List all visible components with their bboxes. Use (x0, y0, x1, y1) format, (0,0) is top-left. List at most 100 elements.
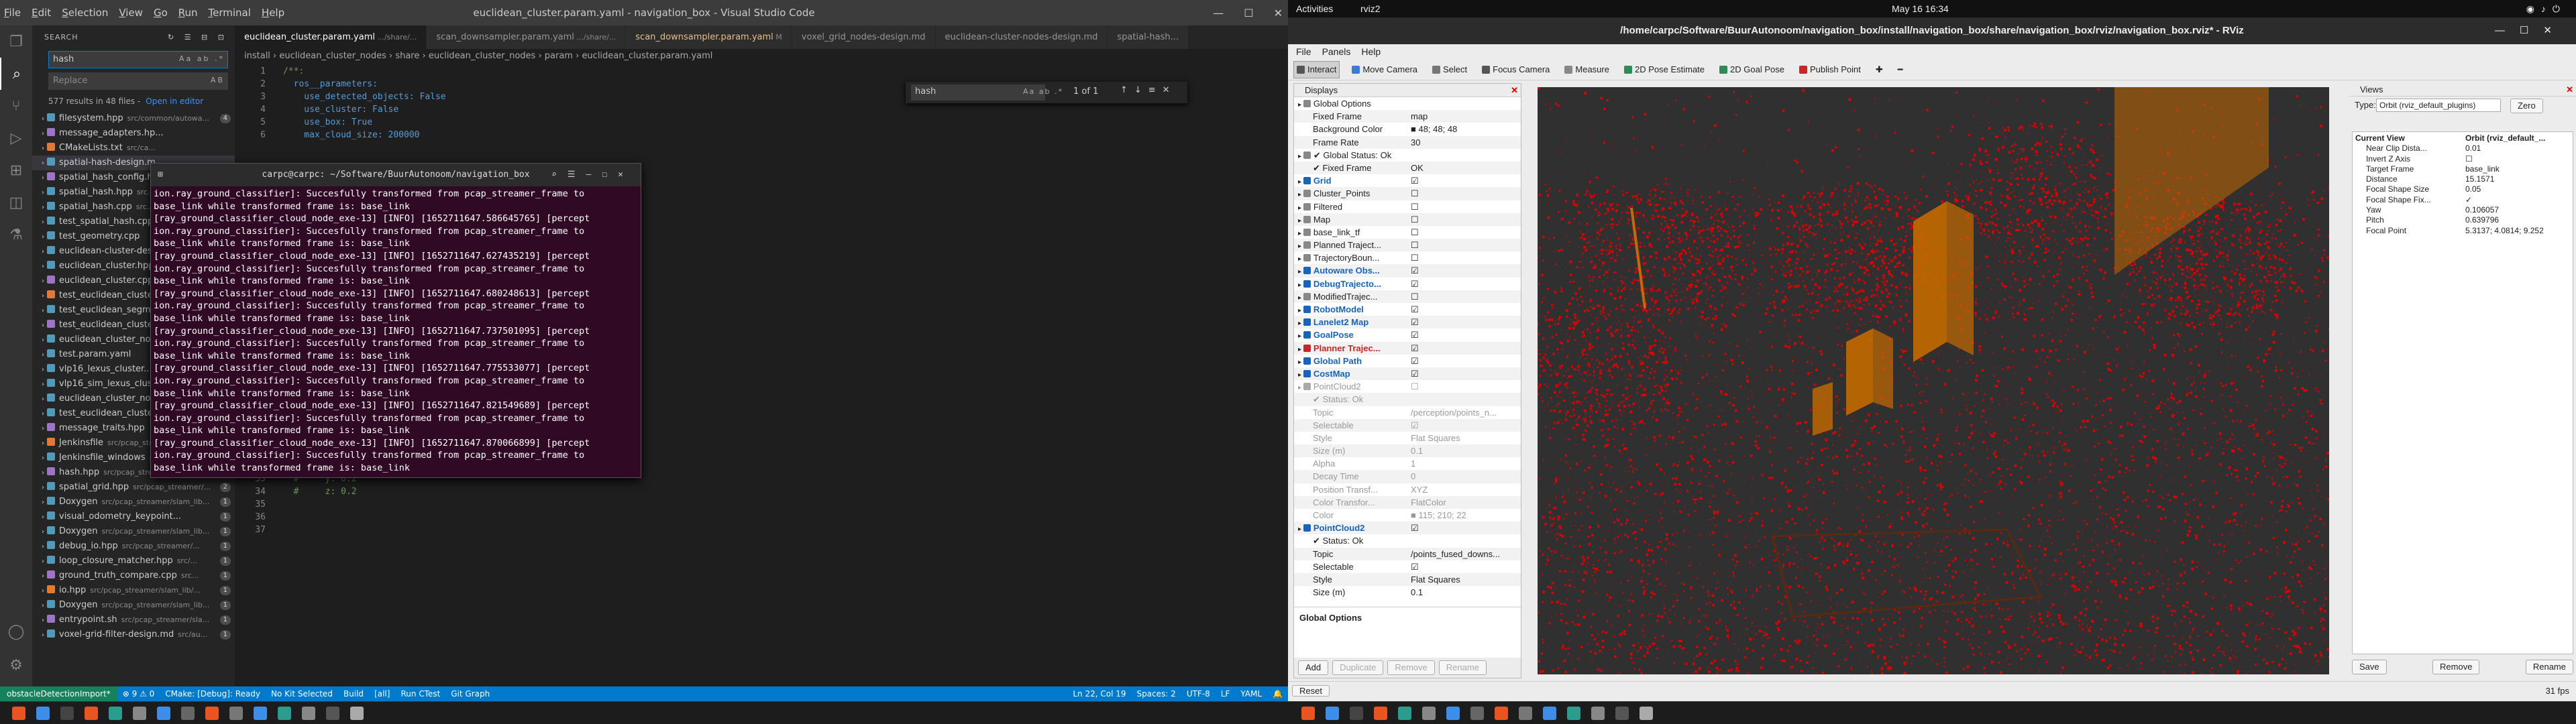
taskbar-app-icon[interactable] (302, 707, 315, 720)
view-property-row[interactable]: Distance 15.1571 (2353, 174, 2573, 184)
taskbar-app-icon[interactable] (278, 707, 291, 720)
display-row[interactable]: ▸ Global Path ☑ (1294, 355, 1521, 367)
chevron-right-icon[interactable]: › (42, 366, 44, 373)
display-value-cell[interactable]: ☑ (1408, 316, 1521, 328)
taskbar-app-icon[interactable] (12, 707, 25, 720)
chevron-right-icon[interactable]: › (42, 174, 44, 182)
chevron-right-icon[interactable]: › (42, 602, 44, 609)
view-property-row[interactable]: Focal Shape Fix... ✓ (2353, 195, 2573, 205)
indentation[interactable]: Spaces: 2 (1132, 686, 1181, 701)
menu-help[interactable]: Help (262, 7, 284, 19)
git-graph-button[interactable]: Git Graph (445, 686, 495, 701)
display-value-cell[interactable]: ☑ (1408, 419, 1521, 432)
run-debug-icon[interactable]: ▷ (0, 122, 32, 154)
tab-5[interactable]: spatial-hash... (1108, 25, 1189, 49)
view-property-row[interactable]: Pitch 0.639796 (2353, 215, 2573, 225)
search-result-file[interactable]: › spatial_grid.hpp src/pcap_streamer/... 2 (32, 480, 235, 495)
search-actions[interactable]: ↻ ☰ ⊟ ⊡ (168, 25, 228, 50)
close-icon[interactable]: ✕ (1274, 7, 1283, 19)
new-tab-icon[interactable]: ⊞ (158, 164, 163, 186)
system-tray-icons[interactable]: ◉♪⏻ (2526, 0, 2567, 17)
search-result-file[interactable]: › loop_closure_matcher.hpp src/... 1 (32, 554, 235, 568)
duplicate-display-button[interactable]: Duplicate (1332, 660, 1384, 675)
expand-arrow-icon[interactable]: ▸ (1298, 178, 1303, 186)
chevron-right-icon[interactable]: › (42, 455, 44, 462)
clock[interactable]: May 16 16:34 (1892, 0, 1949, 17)
terminal-window[interactable]: ⊞ carpc@carpc: ~/Software/BuurAutonoom/n… (150, 163, 641, 478)
display-row[interactable]: ▸ Global Options (1294, 97, 1521, 110)
menu-go[interactable]: Go (154, 7, 168, 19)
testing-icon[interactable]: ⚗ (0, 219, 32, 251)
menu-terminal[interactable]: Terminal (209, 7, 251, 19)
extensions-icon[interactable]: ⊞ (0, 154, 32, 186)
view-property-row[interactable]: Focal Shape Size 0.05 (2353, 184, 2573, 194)
search-result-file[interactable]: › filesystem.hpp src/common/autowa... 4 (32, 111, 235, 126)
tool-publish-point[interactable]: Publish Point (1796, 61, 1864, 78)
expand-arrow-icon[interactable]: ▸ (1298, 204, 1303, 212)
display-value-cell[interactable]: ☐ (1408, 251, 1521, 264)
tool-2d-goal-pose[interactable]: 2D Goal Pose (1717, 61, 1787, 78)
view-property-row[interactable]: Invert Z Axis ☐ (2353, 154, 2573, 164)
search-result-file[interactable]: › ground_truth_compare.cpp src... 1 (32, 568, 235, 583)
chevron-right-icon[interactable]: › (42, 337, 44, 344)
display-row[interactable]: Topic/points_fused_downs... (1294, 547, 1521, 560)
menu-run[interactable]: Run (178, 7, 198, 19)
chevron-right-icon[interactable]: › (42, 617, 44, 624)
search-result-file[interactable]: › visual_odometry_keypoint... 1 (32, 509, 235, 524)
search-options[interactable]: Aa ab .* (179, 54, 225, 63)
build-button[interactable]: Build (338, 686, 369, 701)
expand-arrow-icon[interactable]: ▸ (1298, 282, 1303, 289)
explorer-icon[interactable]: ❐ (0, 25, 32, 58)
kit-status[interactable]: No Kit Selected (266, 686, 338, 701)
taskbar-app-icon[interactable] (1543, 707, 1556, 720)
rviz-menu-file[interactable]: File (1296, 44, 1311, 59)
display-value-cell[interactable]: ☐ (1408, 380, 1521, 393)
view-property-row[interactable]: Current View Orbit (rviz_default_... (2353, 133, 2573, 143)
notifications-icon[interactable]: 🔔 (1267, 686, 1288, 701)
display-row[interactable]: ▸ Planned Traject... ☐ (1294, 239, 1521, 252)
taskbar-app-icon[interactable] (350, 707, 364, 720)
display-row[interactable]: ✔ Fixed Frame OK (1294, 161, 1521, 175)
rename-view-button[interactable]: Rename (2525, 660, 2573, 674)
save-view-button[interactable]: Save (2352, 660, 2387, 674)
minimize-icon[interactable]: — (1213, 7, 1224, 19)
breadcrumb[interactable]: install › euclidean_cluster_nodes › shar… (235, 49, 1288, 64)
taskbar-app-icon[interactable] (1495, 707, 1508, 720)
display-row[interactable]: ▸ Planner Trajec... ☑ (1294, 341, 1521, 355)
rviz-menu-panels[interactable]: Panels (1322, 44, 1351, 59)
chevron-right-icon[interactable]: › (42, 233, 44, 241)
terminal-controls[interactable]: ⌕☰—☐✕ (551, 164, 634, 186)
chevron-right-icon[interactable]: › (42, 307, 44, 314)
taskbar-app-icon[interactable] (181, 707, 195, 720)
search-result-file[interactable]: › message_adapters.hp... (32, 126, 235, 141)
display-row[interactable]: Selectable ☑ (1294, 418, 1521, 432)
taskbar-app-icon[interactable] (1374, 707, 1387, 720)
taskbar-app-icon[interactable] (1519, 707, 1532, 720)
display-value-cell[interactable]: ☑ (1408, 278, 1521, 290)
display-value-cell[interactable]: ☑ (1408, 522, 1521, 534)
remove-display-button[interactable]: Remove (1387, 660, 1435, 675)
tab-4[interactable]: euclidean-cluster-nodes-design.md (935, 25, 1108, 49)
expand-arrow-icon[interactable]: ▸ (1298, 255, 1303, 263)
open-in-editor-link[interactable]: Open in editor (146, 97, 203, 106)
menu-edit[interactable]: Edit (32, 7, 51, 19)
chevron-right-icon[interactable]: › (42, 425, 44, 432)
taskbar-app-icon[interactable] (1326, 707, 1339, 720)
taskbar-app-icon[interactable] (1350, 707, 1363, 720)
display-value-cell[interactable]: ☐ (1408, 226, 1521, 239)
display-row[interactable]: Fixed Frame map (1294, 110, 1521, 123)
view-property-row[interactable]: Near Clip Dista... 0.01 (2353, 143, 2573, 154)
plus-icon[interactable]: ✚ (1873, 61, 1886, 78)
chevron-right-icon[interactable]: › (42, 263, 44, 270)
taskbar-app-icon[interactable] (326, 707, 339, 720)
cursor-position[interactable]: Ln 22, Col 19 (1067, 686, 1131, 701)
close-views-icon[interactable]: ✕ (2566, 83, 2573, 97)
reset-button[interactable]: Reset (1292, 685, 1330, 697)
problems-indicator[interactable]: ⊗ 9 ⚠ 0 (117, 686, 160, 701)
close-panel-icon[interactable]: ✕ (1511, 84, 1518, 97)
taskbar-app-icon[interactable] (1640, 707, 1653, 720)
display-value-cell[interactable]: ☑ (1408, 342, 1521, 355)
chevron-right-icon[interactable]: › (42, 322, 44, 329)
taskbar-app-icon[interactable] (1567, 707, 1580, 720)
display-value-cell[interactable]: ☐ (1408, 290, 1521, 303)
